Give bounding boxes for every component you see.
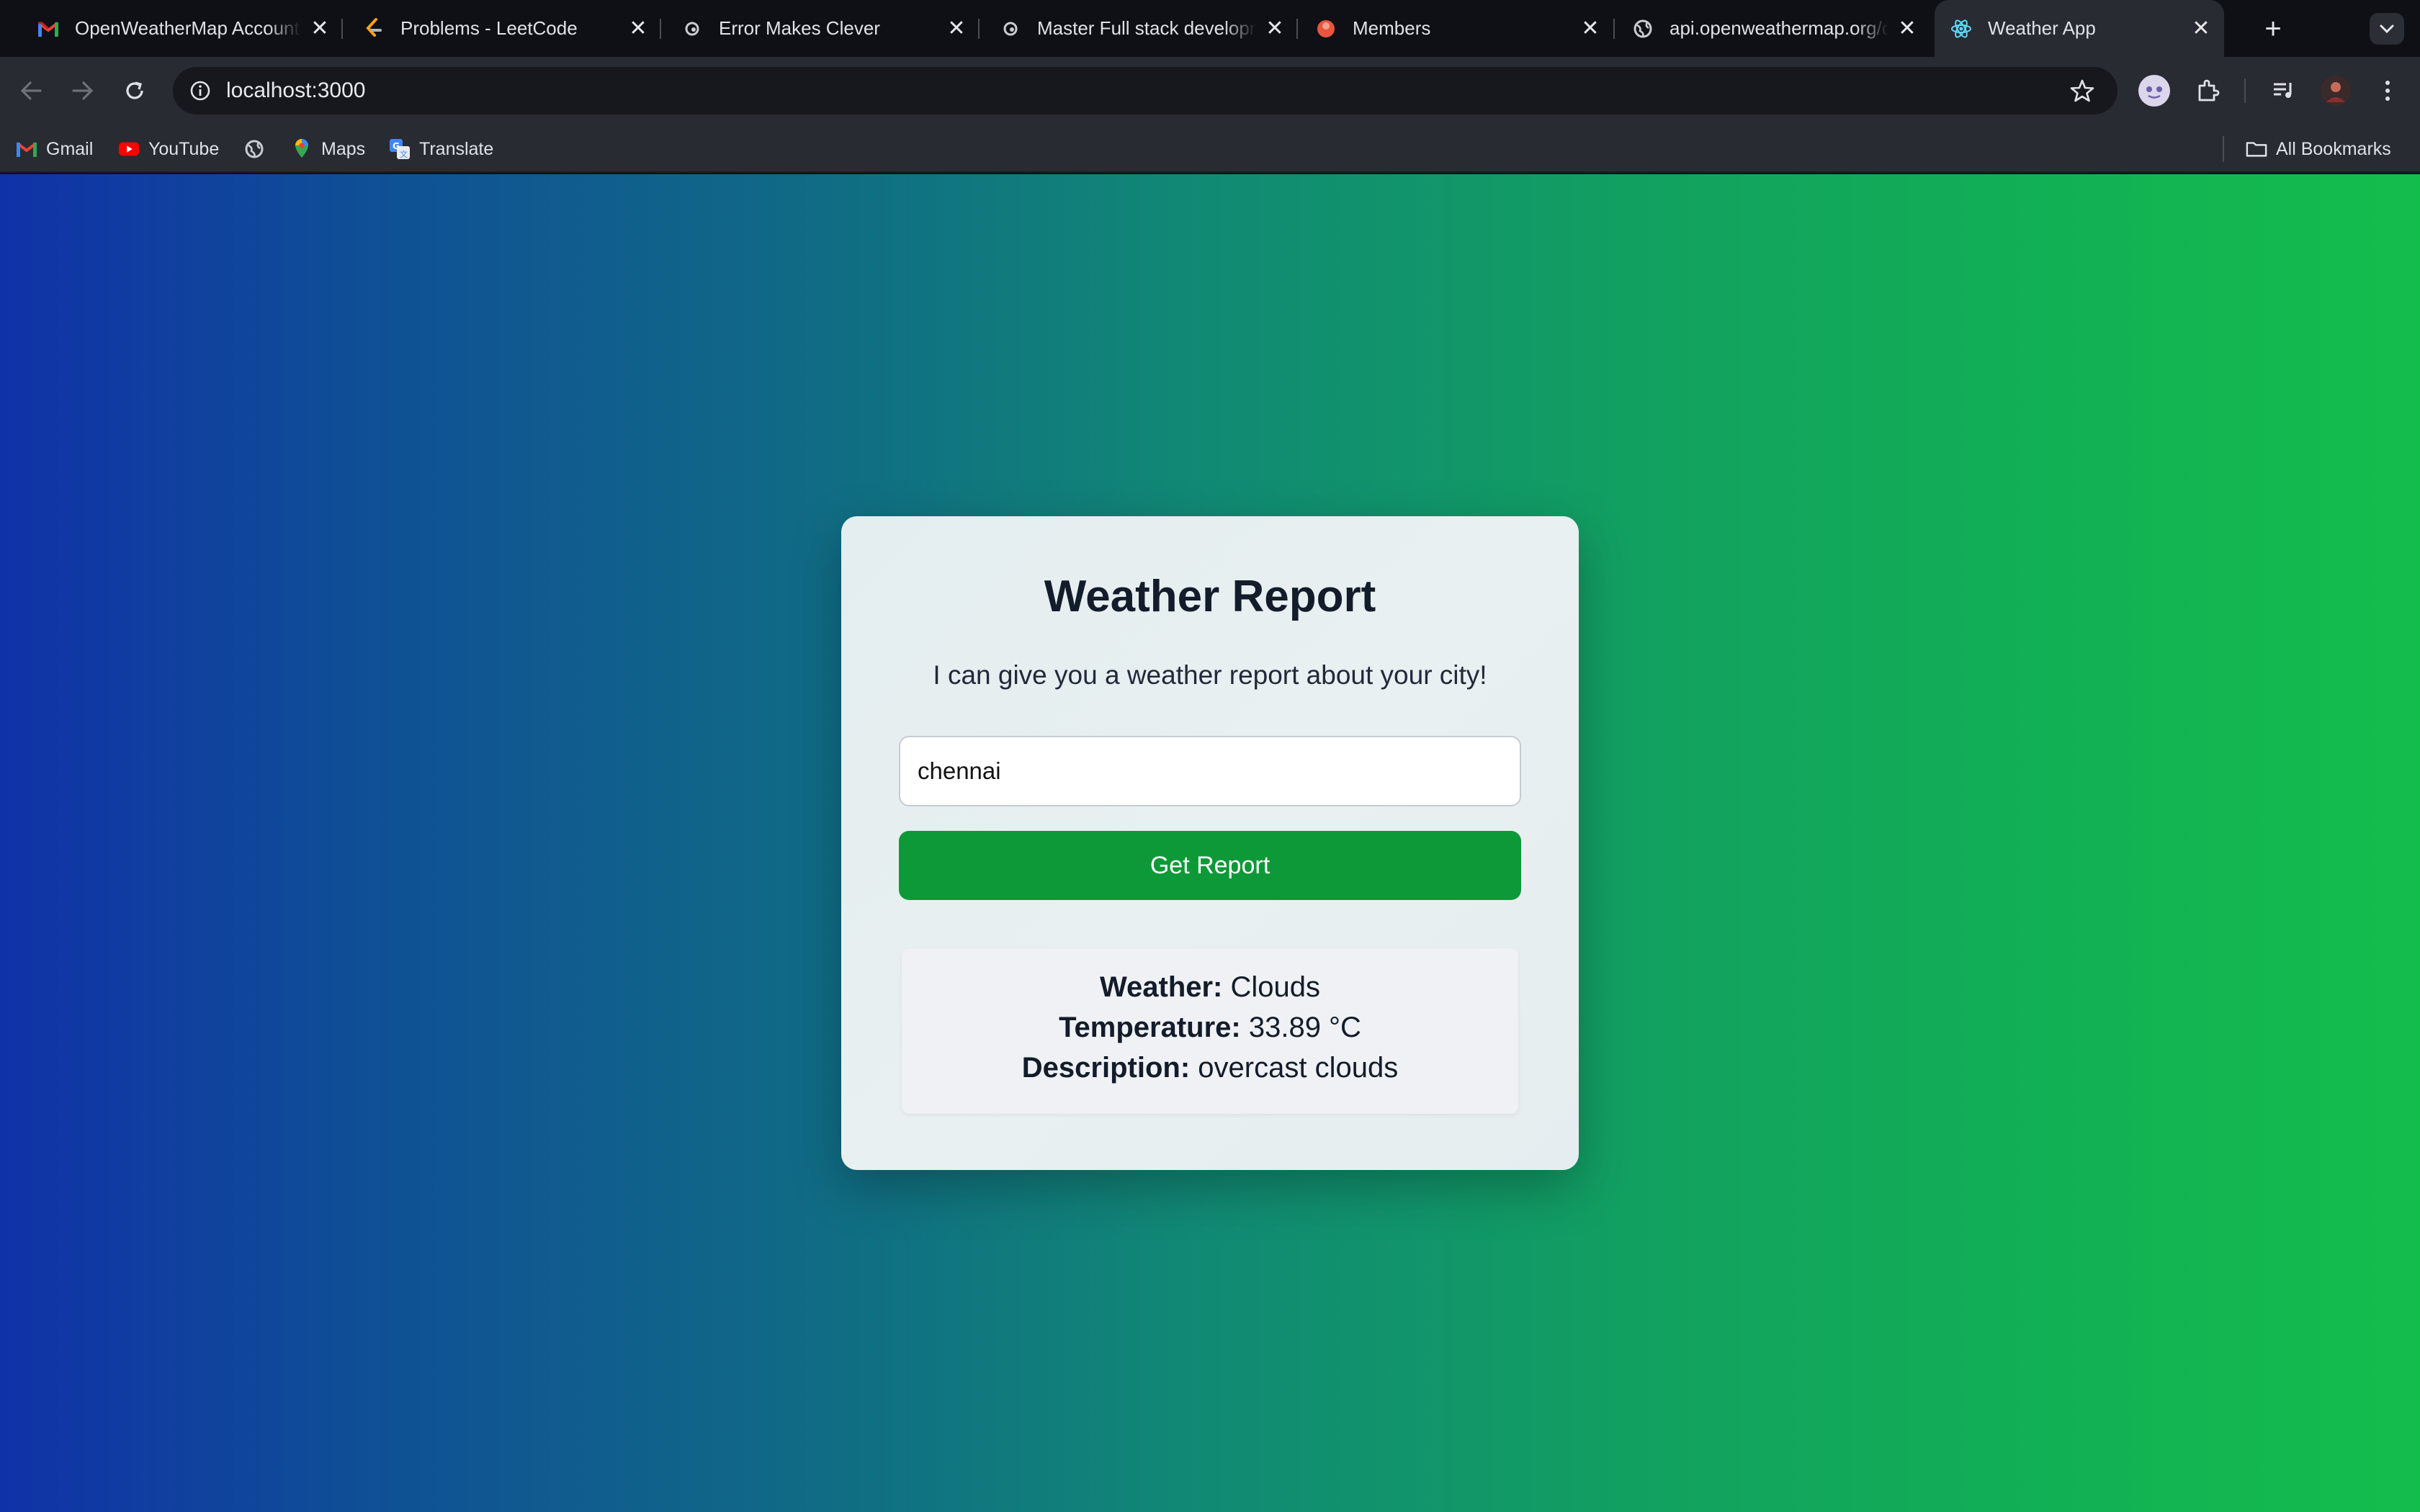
gmail-icon: [16, 138, 37, 160]
globe-icon: [1632, 18, 1654, 40]
bookmark-maps[interactable]: Maps: [291, 135, 365, 163]
emc-icon: [681, 18, 703, 40]
tab-openweathermap[interactable]: OpenWeatherMap Account ✕: [37, 0, 333, 57]
description-value: overcast clouds: [1198, 1052, 1399, 1084]
tab-divider: [1613, 19, 1615, 39]
forward-icon[interactable]: [65, 73, 101, 109]
tab-divider: [1296, 19, 1298, 39]
description-label: Description:: [1021, 1052, 1191, 1084]
close-tab-icon[interactable]: ✕: [307, 16, 333, 42]
gmail-icon: [37, 18, 59, 40]
close-tab-icon[interactable]: ✕: [625, 16, 651, 42]
tab-error-makes-clever[interactable]: Error Makes Clever ✕: [681, 0, 969, 57]
close-tab-icon[interactable]: ✕: [1577, 16, 1603, 42]
bookmark-youtube[interactable]: YouTube: [118, 135, 219, 163]
tab-title: OpenWeatherMap Account: [75, 17, 300, 39]
address-bar[interactable]: localhost:3000: [173, 67, 2118, 114]
weather-value: Clouds: [1230, 971, 1321, 1003]
city-input[interactable]: [899, 736, 1521, 806]
new-tab-icon[interactable]: +: [2257, 13, 2289, 45]
close-tab-icon[interactable]: ✕: [1894, 16, 1920, 42]
svg-text:G: G: [393, 141, 400, 151]
back-icon[interactable]: [13, 73, 49, 109]
tab-master-full-stack[interactable]: Master Full stack development ✕: [1000, 0, 1288, 57]
close-tab-icon[interactable]: ✕: [2188, 16, 2214, 42]
maps-icon: [291, 138, 313, 160]
bookmark-label: YouTube: [148, 138, 220, 159]
bookmark-label: Maps: [321, 138, 366, 159]
reload-icon[interactable]: [117, 73, 153, 109]
folder-icon: [2246, 138, 2267, 160]
bookmark-globe[interactable]: [243, 135, 274, 163]
translate-icon: G文: [389, 138, 411, 160]
get-report-button[interactable]: Get Report: [899, 831, 1521, 900]
globe-icon: [243, 138, 265, 160]
tab-title: Weather App: [1988, 17, 2096, 39]
svg-text:文: 文: [400, 149, 408, 159]
bookmark-label: Translate: [419, 138, 494, 159]
toolbar-divider: [2244, 78, 2246, 103]
description-row: Description: overcast clouds: [902, 1048, 1518, 1088]
tab-title: api.openweathermap.org/data: [1670, 17, 1888, 39]
tab-strip: OpenWeatherMap Account ✕ Problems - Leet…: [0, 0, 2420, 57]
user-avatar[interactable]: [2318, 73, 2354, 109]
page-subtitle: I can give you a weather report about yo…: [933, 660, 1487, 690]
weather-result: Weather: Clouds Temperature: 33.89 °C De…: [902, 948, 1518, 1114]
tab-members[interactable]: Members ✕: [1315, 0, 1603, 57]
media-controls-icon[interactable]: [2266, 73, 2302, 109]
page-background: Weather Report I can give you a weather …: [0, 174, 2420, 1512]
close-tab-icon[interactable]: ✕: [1262, 16, 1288, 42]
temperature-label: Temperature:: [1059, 1012, 1241, 1043]
page-title: Weather Report: [1044, 572, 1376, 621]
tab-search-icon[interactable]: [2370, 13, 2404, 45]
bookmark-translate[interactable]: G文 Translate: [389, 135, 493, 163]
tab-title: Problems - LeetCode: [400, 17, 578, 39]
bookmark-star-icon[interactable]: [2069, 77, 2096, 104]
tab-divider: [660, 19, 661, 39]
temperature-row: Temperature: 33.89 °C: [902, 1007, 1518, 1048]
bookmark-label: Gmail: [46, 138, 94, 159]
menu-icon[interactable]: [2370, 73, 2406, 109]
tab-title: Error Makes Clever: [719, 17, 880, 39]
profile-avatar[interactable]: [2136, 73, 2172, 109]
bookmarks-divider: [2223, 136, 2224, 162]
weather-row: Weather: Clouds: [902, 967, 1518, 1007]
site-info-icon[interactable]: [187, 78, 213, 104]
tab-title: Members: [1353, 17, 1431, 39]
members-icon: [1315, 18, 1337, 40]
leetcode-icon: [363, 17, 385, 40]
all-bookmarks-button[interactable]: All Bookmarks: [2246, 135, 2391, 163]
close-tab-icon[interactable]: ✕: [944, 16, 969, 42]
react-icon: [1950, 18, 1972, 40]
tab-leetcode[interactable]: Problems - LeetCode ✕: [363, 0, 651, 57]
temperature-value: 33.89 °C: [1248, 1012, 1361, 1043]
browser-toolbar: localhost:3000: [0, 57, 2420, 125]
extensions-icon[interactable]: [2190, 73, 2226, 109]
tab-weather-app[interactable]: Weather App ✕: [1935, 0, 2224, 57]
url-text: localhost:3000: [226, 78, 366, 102]
tab-divider: [978, 19, 980, 39]
tab-divider: [341, 19, 343, 39]
weather-label: Weather:: [1099, 971, 1223, 1003]
youtube-icon: [118, 138, 140, 160]
tab-openweather-api[interactable]: api.openweathermap.org/data ✕: [1632, 0, 1920, 57]
weather-card: Weather Report I can give you a weather …: [841, 516, 1579, 1170]
all-bookmarks-label: All Bookmarks: [2276, 138, 2391, 159]
emc-icon: [1000, 18, 1021, 40]
bookmarks-bar: Gmail YouTube Maps G文 Translate All Book…: [0, 125, 2420, 173]
tab-title: Master Full stack development: [1037, 17, 1256, 39]
bookmark-gmail[interactable]: Gmail: [16, 135, 93, 163]
